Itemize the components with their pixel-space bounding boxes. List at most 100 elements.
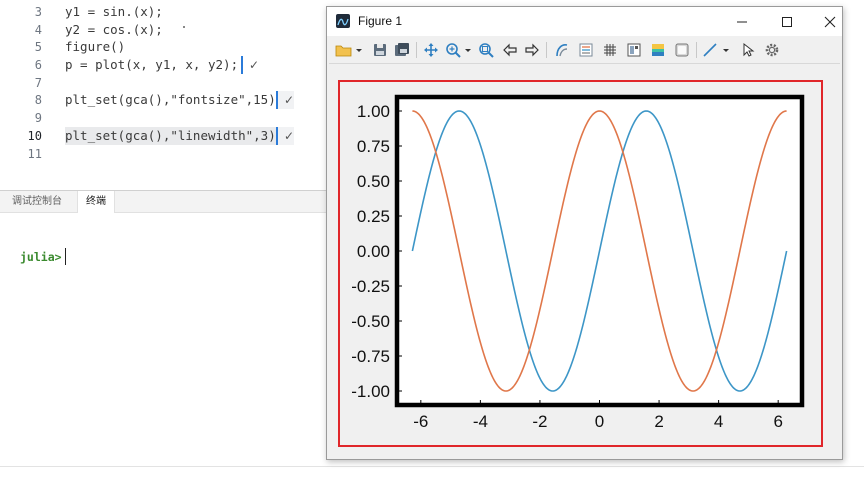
code-text[interactable]: figure() [65,38,125,56]
line-tool-icon [703,43,729,57]
pan-icon [424,43,438,57]
colorbar-icon [627,43,641,57]
line-number: 8 [34,93,42,107]
x-tick-label: -6 [413,412,428,431]
code-line[interactable]: 5 figure() [0,38,330,56]
code-line[interactable]: 4 y2 = cos.(x); [0,21,330,39]
toolbar-divider [329,63,840,64]
bottom-divider [0,466,864,467]
inline-result-check[interactable]: ✓ [276,91,295,109]
color-button[interactable] [649,40,667,60]
window-titlebar[interactable]: Figure 1 [327,7,842,36]
line-chart[interactable]: -6 -4 -2 0 2 4 6 1.00 0.75 0.50 0.25 0.00 -0.25 -0.50… [340,82,821,445]
code-line[interactable]: 7 [0,74,330,92]
code-text[interactable]: y1 = sin.(x); [65,3,163,21]
back-button[interactable] [501,40,519,60]
pan-button[interactable] [421,40,441,60]
legend-icon [579,43,593,57]
code-line[interactable]: 9 [0,109,330,127]
colorbar-button[interactable] [625,40,643,60]
code-text[interactable]: plt_set(gca(),"linewidth",3) [65,127,276,145]
save-all-icon [395,43,409,56]
maximize-button[interactable] [767,7,807,36]
line-number: 4 [34,23,42,37]
line-number: 6 [34,58,42,72]
save-icon [374,44,386,56]
select-button[interactable] [739,40,757,60]
terminal[interactable]: julia> [0,214,330,464]
toolbar-separator [416,42,417,58]
zoom-reset-icon [479,43,494,58]
y-tick-label: 0.75 [357,137,390,156]
back-arrow-icon [503,43,517,57]
line-number: 3 [34,5,42,19]
code-editor[interactable]: 3 y1 = sin.(x); 4 y2 = cos.(x); 5 figure… [0,0,330,190]
minimize-button[interactable] [722,7,762,36]
line-number: 7 [34,76,42,90]
figure-app-icon [336,14,350,28]
zoom-in-icon [446,43,471,58]
terminal-cursor [65,248,66,265]
zoom-reset-button[interactable] [477,40,495,60]
y-tick-label: -1.00 [351,382,390,401]
figure-toolbar [327,36,842,63]
plot-canvas-highlight: -6 -4 -2 0 2 4 6 1.00 0.75 0.50 0.25 0.00 -0.25 -0.50… [338,80,823,447]
box-icon [675,43,689,57]
line-number: 9 [34,111,42,125]
code-line-current[interactable]: 10 plt_set(gca(),"linewidth",3) ✓ [0,127,330,145]
settings-button[interactable] [763,40,781,60]
open-button[interactable] [335,40,363,60]
rotate-icon [556,44,568,57]
settings-gear-icon [765,43,779,57]
forward-arrow-icon [525,43,539,57]
forward-button[interactable] [523,40,541,60]
x-tick-label: 4 [714,412,723,431]
figure-window[interactable]: Figure 1 -6 -4 -2 0 2 4 6 1.00 0.75 0.50… [326,6,843,460]
y-tick-label: 0.00 [357,242,390,261]
maximize-icon [782,16,792,27]
panel-tab-bar: 调试控制台 终端 [0,191,330,213]
window-title: Figure 1 [358,14,403,28]
tab-terminal[interactable]: 终端 [77,191,115,213]
x-tick-label: 2 [654,412,663,431]
inline-result-check[interactable]: ✓ [241,56,259,74]
x-tick-label: 6 [773,412,782,431]
close-button[interactable] [810,7,850,36]
line-number: 11 [27,147,42,161]
minimize-icon [737,21,747,22]
y-tick-label: 0.25 [357,207,390,226]
code-line[interactable]: 3 y1 = sin.(x); [0,3,330,21]
grid-icon [604,44,616,56]
zoom-button[interactable] [445,40,473,60]
open-folder-icon [335,45,362,57]
tab-debug-console[interactable]: 调试控制台 [4,191,70,213]
line-number: 5 [34,40,42,54]
code-line[interactable]: 11 [0,145,330,163]
y-tick-label: 0.50 [357,172,390,191]
x-tick-label: -4 [473,412,488,431]
y-tick-label: -0.50 [351,312,390,331]
line-number: 10 [27,129,42,143]
legend-button[interactable] [577,40,595,60]
y-tick-label: -0.75 [351,347,390,366]
y-tick-label: -0.25 [351,277,390,296]
code-line[interactable]: 6 p = plot(x, y1, x, y2); ✓ [0,56,330,74]
code-text[interactable]: p = plot(x, y1, x, y2); [65,56,238,74]
select-arrow-icon [743,42,755,57]
save-button[interactable] [371,40,389,60]
code-text[interactable]: plt_set(gca(),"fontsize",15) [65,91,276,109]
close-icon [824,16,836,27]
code-line[interactable]: 8 plt_set(gca(),"fontsize",15) ✓ [0,91,330,109]
code-text[interactable]: y2 = cos.(x); [65,21,163,39]
toolbar-separator [546,42,547,58]
rotate-button[interactable] [553,40,571,60]
save-as-button[interactable] [393,40,411,60]
grid-button[interactable] [601,40,619,60]
toolbar-separator [696,42,697,58]
x-tick-label: -2 [532,412,547,431]
box-button[interactable] [673,40,691,60]
color-icon [652,44,664,56]
inline-result-check[interactable]: ✓ [276,127,295,145]
julia-prompt: julia> [20,250,62,264]
line-tool-button[interactable] [702,40,732,60]
